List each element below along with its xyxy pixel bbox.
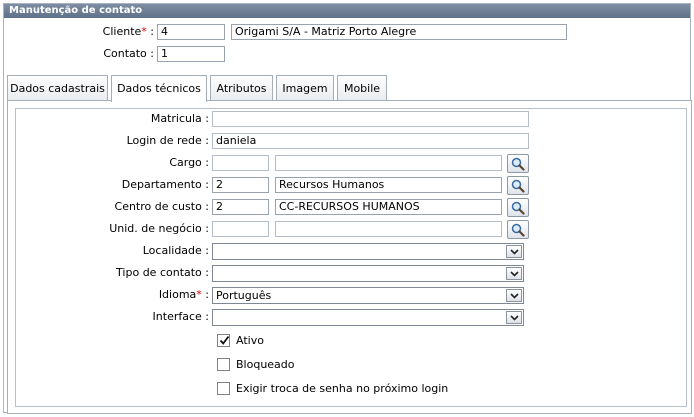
departamento-code-input[interactable]: 2 [212,177,269,193]
check-icon [219,335,230,345]
contato-input[interactable]: 1 [157,46,225,62]
exigir-troca-senha-label: Exigir troca de senha no próximo login [236,382,449,395]
technical-data-form: Matricula : Login de rede : daniela Carg… [15,108,687,407]
tab-content: Matricula : Login de rede : daniela Carg… [7,100,692,414]
idioma-label-sep: : [205,288,209,301]
tab-dados-cadastrais[interactable]: Dados cadastrais [7,75,108,101]
chevron-down-icon [510,249,519,255]
tipo-contato-label: Tipo de contato : [116,266,209,279]
tipo-contato-select[interactable] [212,265,524,282]
departamento-label: Departamento : [121,178,209,191]
contato-label: Contato : [103,47,154,60]
magnifier-icon [511,157,525,171]
required-marker: * [141,25,147,38]
matricula-label: Matricula : [150,112,209,125]
cliente-label: Cliente* : [64,24,154,40]
tab-atributos[interactable]: Atributos [210,75,273,101]
cliente-label-sep: : [150,25,154,38]
interface-dropdown-button[interactable] [506,311,522,324]
departamento-search-button[interactable] [507,176,529,195]
unid-negocio-label: Unid. de negócio : [109,222,209,235]
localidade-label: Localidade : [142,244,209,257]
idioma-label: Idioma* : [76,287,209,303]
unid-negocio-search-button[interactable] [507,220,529,239]
idioma-label-text: Idioma [158,288,197,301]
tab-mobile[interactable]: Mobile [337,75,387,101]
contact-maintenance-panel: Manutenção de contato Cliente* : 4 Origa… [3,3,692,414]
interface-select[interactable] [212,309,524,326]
centro-custo-name-input[interactable]: CC-RECURSOS HUMANOS [275,199,502,215]
cliente-name-input[interactable]: Origami S/A - Matriz Porto Alegre [231,24,567,40]
unid-negocio-name-input[interactable] [275,221,502,237]
centro-custo-search-button[interactable] [507,198,529,217]
localidade-select[interactable] [212,243,524,260]
centro-custo-code-input[interactable]: 2 [212,199,269,215]
magnifier-icon [511,201,525,215]
unid-negocio-code-input[interactable] [212,221,269,237]
departamento-name-input[interactable]: Recursos Humanos [275,177,502,193]
centro-custo-label: Centro de custo : [114,200,209,213]
cliente-label-text: Cliente [102,25,142,38]
bloqueado-checkbox[interactable] [217,358,230,371]
exigir-troca-senha-checkbox[interactable] [217,382,230,395]
chevron-down-icon [510,293,519,299]
chevron-down-icon [510,315,519,321]
required-marker: * [196,288,202,301]
panel-title: Manutenção de contato [4,4,690,18]
localidade-dropdown-button[interactable] [506,245,522,258]
chevron-down-icon [510,271,519,277]
tab-imagem[interactable]: Imagem [276,75,334,101]
magnifier-icon [511,223,525,237]
idioma-dropdown-button[interactable] [506,289,522,302]
magnifier-icon [511,179,525,193]
tipo-contato-dropdown-button[interactable] [506,267,522,280]
cargo-code-input[interactable] [212,155,269,171]
cliente-code-input[interactable]: 4 [157,24,225,40]
ativo-label: Ativo [236,334,264,347]
login-input[interactable]: daniela [212,133,529,149]
interface-label: Interface : [152,310,209,323]
matricula-input[interactable] [212,111,529,127]
cargo-label: Cargo : [169,156,209,169]
idioma-select[interactable]: Português [212,287,524,304]
login-label: Login de rede : [126,134,209,147]
cargo-name-input[interactable] [275,155,502,171]
idioma-value: Português [216,289,272,302]
ativo-checkbox[interactable] [217,334,230,347]
cargo-search-button[interactable] [507,154,529,173]
tab-dados-tecnicos[interactable]: Dados técnicos [111,75,207,102]
bloqueado-label: Bloqueado [236,358,295,371]
